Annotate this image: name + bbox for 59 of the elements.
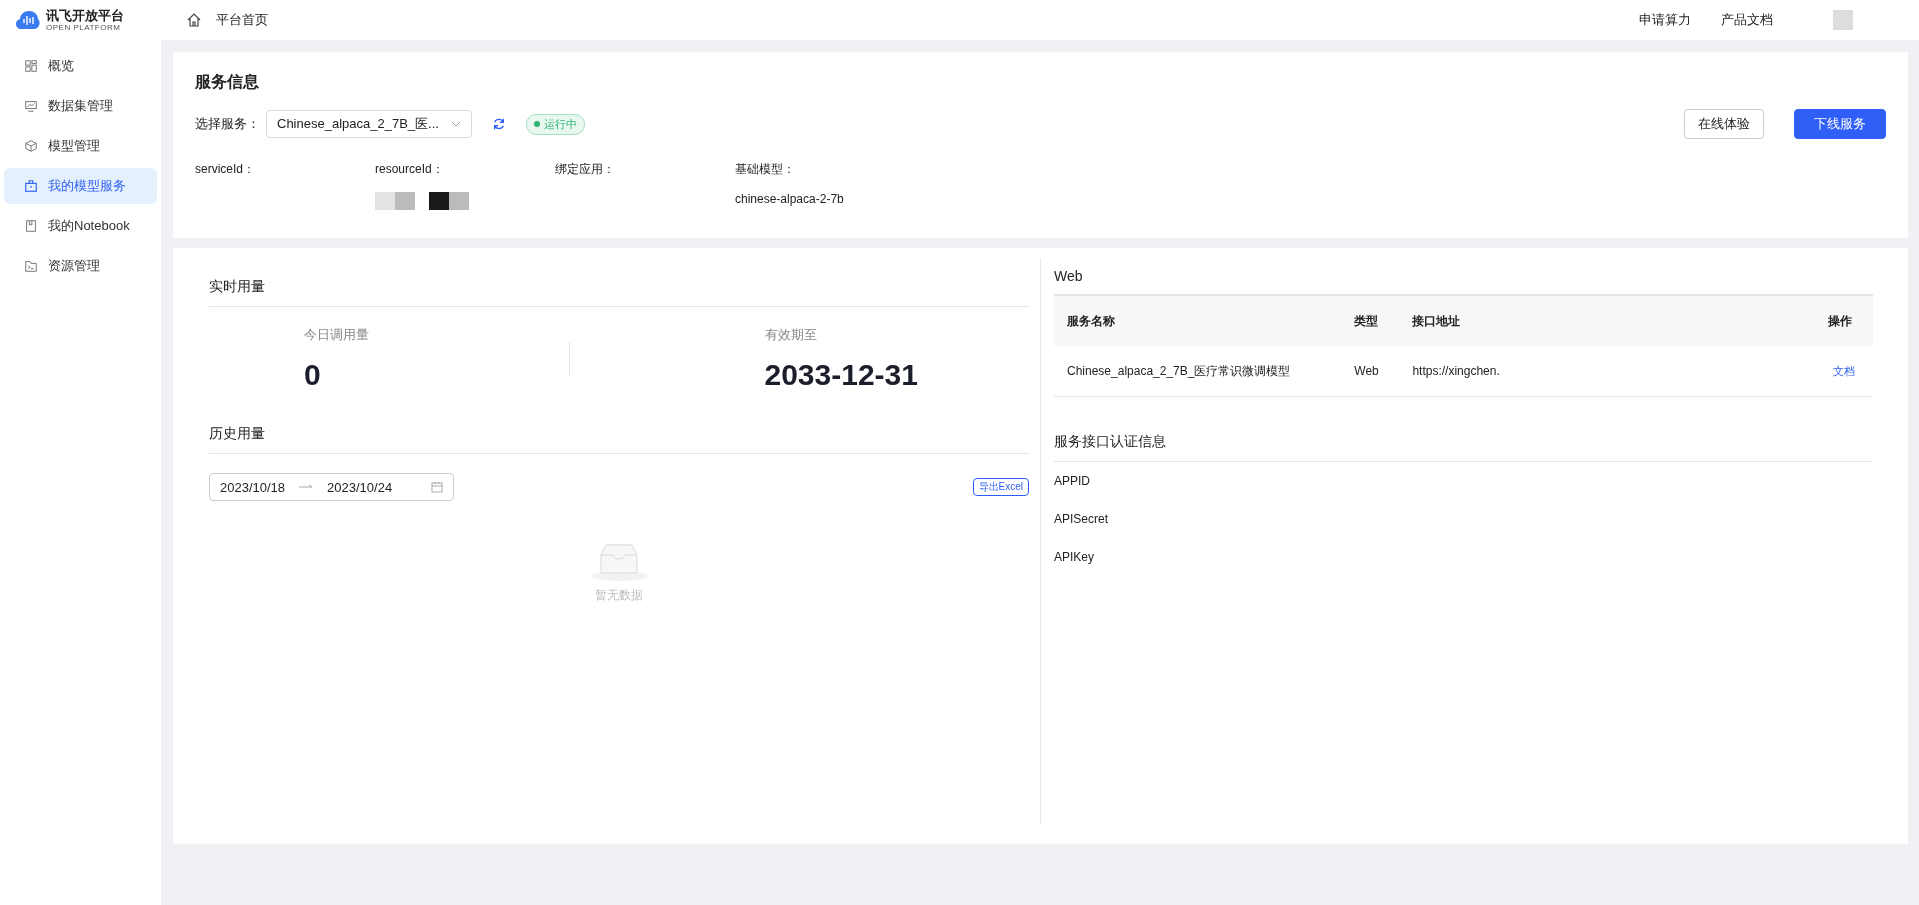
book-icon [24, 219, 38, 233]
sidebar-item[interactable]: 数据集管理 [4, 88, 157, 124]
docs-link[interactable]: 文档 [1833, 364, 1856, 377]
sidebar-item[interactable]: 概览 [4, 48, 157, 84]
status-badge: 运行中 [526, 113, 585, 135]
sidebar-item[interactable]: 我的Notebook [4, 208, 157, 244]
field-value: chinese-alpaca-2-7b [735, 192, 845, 206]
field-label: serviceId： [195, 161, 257, 178]
stat-value: 2033-12-31 [764, 358, 919, 392]
arrow-right-icon [299, 484, 314, 490]
logo-subtitle: OPEN PLATFORM [46, 23, 122, 32]
column-header: 服务名称 [1054, 295, 1342, 346]
grid-icon [24, 59, 38, 73]
logo-title: 讯飞开放平台 [46, 8, 124, 22]
select-label: 选择服务： [195, 115, 260, 133]
sidebar-item[interactable]: 模型管理 [4, 128, 157, 164]
column-header: 类型 [1341, 295, 1400, 346]
date-range-field[interactable]: 2023/10/18 2023/10/24 [209, 473, 454, 501]
cube-icon [24, 139, 38, 153]
column-header: 接口地址 [1399, 295, 1816, 346]
empty-inbox-icon [590, 541, 648, 581]
field-label: 基础模型： [735, 161, 796, 178]
table-cell: Chinese_alpaca_2_7B_医疗常识微调模型 [1054, 346, 1342, 397]
redaction-mark [375, 192, 415, 210]
refresh-icon[interactable] [492, 117, 506, 131]
stat-label: 有效期至 [764, 326, 818, 344]
home-icon[interactable] [186, 12, 202, 28]
logo-icon [16, 9, 42, 31]
offline-button[interactable]: 下线服务 [1794, 109, 1886, 139]
section-title: 服务信息 [195, 72, 259, 92]
empty-text: 暂无数据 [595, 587, 643, 604]
stat-label: 今日调用量 [304, 326, 370, 344]
monitor-icon [24, 99, 38, 113]
table-cell: Web [1341, 346, 1400, 397]
column-header: 操作 [1815, 295, 1873, 346]
bag-icon [24, 179, 38, 193]
stat-value: 0 [304, 358, 322, 392]
redaction-mark [429, 192, 469, 210]
header-link[interactable]: 产品文档 [1721, 11, 1773, 29]
table-cell: https://xingchen. [1399, 346, 1816, 397]
auth-field-label: APISecret [1054, 512, 1109, 526]
export-button[interactable]: 导出Excel [972, 478, 1029, 496]
breadcrumb[interactable]: 平台首页 [216, 11, 268, 29]
field-label: resourceId： [375, 161, 445, 178]
chevron-down-icon [451, 121, 461, 127]
try-online-button[interactable]: 在线体验 [1684, 109, 1764, 139]
calendar-icon [431, 481, 443, 493]
folder-icon [24, 259, 38, 273]
sidebar-item[interactable]: 我的模型服务 [4, 168, 157, 204]
section-title: Web [1054, 268, 1083, 284]
section-title: 服务接口认证信息 [1054, 433, 1166, 451]
section-title: 历史用量 [209, 425, 265, 443]
service-select[interactable]: Chinese_alpaca_2_7B_医... [266, 110, 472, 138]
section-title: 实时用量 [209, 278, 265, 296]
field-label: 绑定应用： [555, 161, 616, 178]
sidebar-item[interactable]: 资源管理 [4, 248, 157, 284]
header-link[interactable]: 申请算力 [1639, 11, 1691, 29]
auth-field-label: APPID [1054, 474, 1090, 488]
auth-field-label: APIKey [1054, 550, 1095, 564]
